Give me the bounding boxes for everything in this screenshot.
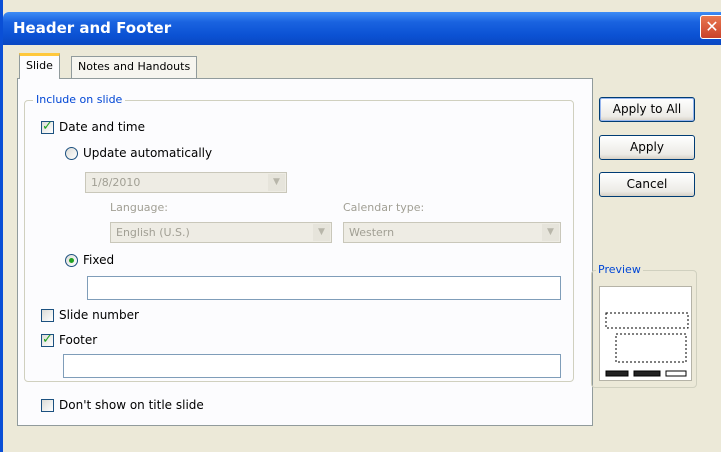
slide-number-checkbox[interactable] (41, 309, 54, 322)
update-automatically-label[interactable]: Update automatically (83, 146, 212, 160)
language-value: English (U.S.) (116, 226, 190, 239)
fixed-label[interactable]: Fixed (83, 253, 114, 267)
tab-slide-label: Slide (26, 59, 53, 72)
footer-label[interactable]: Footer (59, 333, 97, 347)
chevron-down-icon: ▼ (268, 174, 285, 191)
dont-show-title-label[interactable]: Don't show on title slide (59, 398, 204, 412)
language-label: Language: (110, 201, 168, 214)
apply-button[interactable]: Apply (599, 135, 695, 160)
date-format-value: 1/8/2010 (91, 176, 141, 189)
apply-to-all-button[interactable]: Apply to All (599, 97, 695, 122)
date-time-label[interactable]: Date and time (59, 120, 145, 134)
slide-number-label[interactable]: Slide number (59, 308, 139, 322)
footer-checkbox[interactable] (41, 332, 54, 347)
calendar-type-select[interactable]: Western ▼ (343, 222, 561, 243)
fixed-radio[interactable] (65, 254, 78, 267)
footer-input[interactable] (63, 354, 561, 378)
tab-notes-handouts[interactable]: Notes and Handouts (71, 56, 198, 78)
fixed-date-input[interactable] (87, 276, 561, 300)
cancel-button[interactable]: Cancel (599, 172, 695, 197)
preview-thumbnail (599, 286, 692, 381)
header-footer-dialog: Header and Footer ✕ Slide Notes and Hand… (0, 0, 721, 452)
date-time-checkbox[interactable] (41, 119, 54, 134)
tab-slide[interactable]: Slide (19, 53, 60, 79)
dont-show-title-checkbox[interactable] (41, 399, 54, 412)
calendar-type-value: Western (349, 226, 395, 239)
title-bar[interactable]: Header and Footer ✕ (3, 12, 721, 45)
slide-layout-preview (605, 312, 689, 377)
calendar-type-label: Calendar type: (343, 201, 425, 214)
language-select[interactable]: English (U.S.) ▼ (110, 222, 332, 243)
window-title: Header and Footer (13, 19, 172, 37)
update-automatically-radio[interactable] (65, 147, 78, 160)
preview-label: Preview (596, 263, 643, 276)
tab-notes-handouts-label: Notes and Handouts (78, 60, 191, 73)
close-icon[interactable]: ✕ (700, 15, 721, 39)
chevron-down-icon: ▼ (313, 224, 330, 241)
chevron-down-icon: ▼ (542, 224, 559, 241)
date-format-select[interactable]: 1/8/2010 ▼ (85, 172, 287, 193)
include-on-slide-label: Include on slide (33, 93, 126, 106)
